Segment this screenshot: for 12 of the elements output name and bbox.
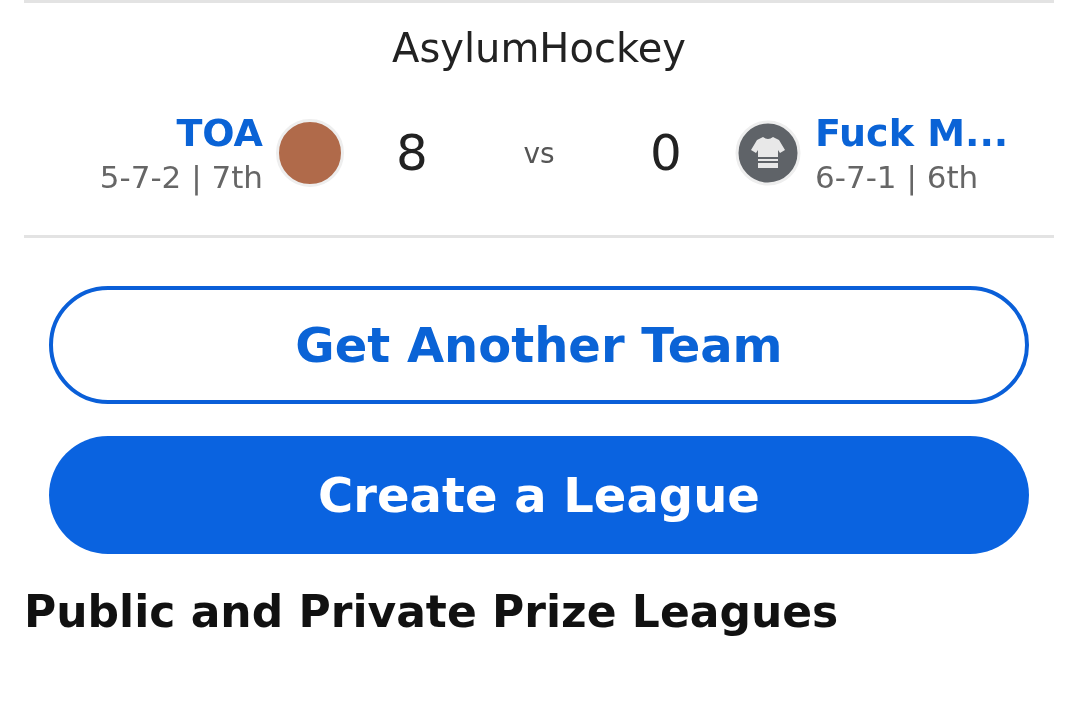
team-name[interactable]: TOA: [176, 111, 263, 155]
league-name: AsylumHockey: [392, 25, 686, 71]
section-title: Public and Private Prize Leagues: [24, 586, 840, 637]
team-record: 6-7-1 | 6th: [815, 159, 979, 195]
score: 0: [649, 124, 683, 182]
team-name[interactable]: Fuck M...: [815, 111, 1009, 155]
score: 8: [395, 124, 429, 182]
jersey-icon: [735, 120, 801, 186]
create-button[interactable]: Create a League: [49, 436, 1029, 554]
versus-label: vs: [522, 136, 556, 170]
outline-button[interactable]: Get Another Team: [49, 286, 1029, 404]
team-record: 5-7-2 | 7th: [99, 159, 263, 195]
